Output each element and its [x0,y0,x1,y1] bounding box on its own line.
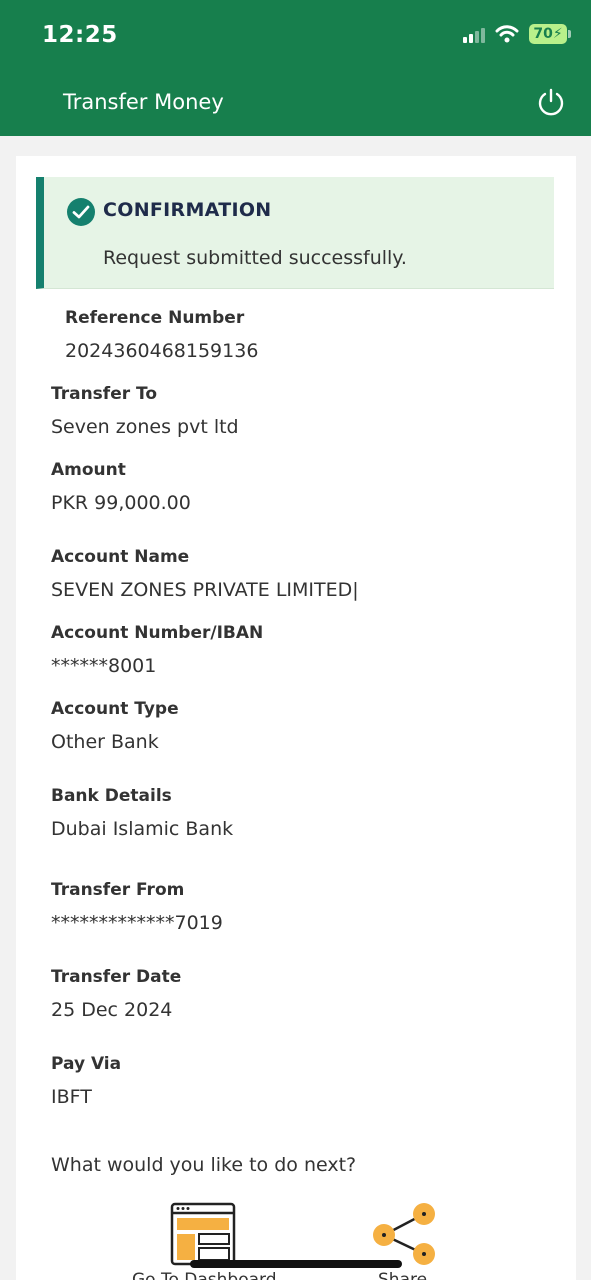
field-transfer-to: Transfer To Seven zones pvt ltd [51,384,239,438]
field-account-number: Account Number/IBAN ******8001 [51,623,263,677]
dashboard-button-label[interactable]: Go To Dashboard [132,1270,277,1280]
field-value: ******8001 [51,655,157,677]
confirmation-title: CONFIRMATION [103,199,272,221]
field-value: Other Bank [51,731,159,753]
check-circle-icon [67,198,95,226]
field-label: Pay Via [51,1054,122,1074]
field-label: Bank Details [51,786,172,806]
field-bank-details: Bank Details Dubai Islamic Bank [51,786,233,840]
page-title: Transfer Money [63,90,224,114]
battery-icon: 70 ⚡ [529,24,571,44]
status-icons: 70 ⚡ [463,24,571,44]
field-label: Account Type [51,699,179,719]
field-value: Dubai Islamic Bank [51,818,234,840]
field-label: Account Number/IBAN [51,623,264,643]
field-account-name: Account Name SEVEN ZONES PRIVATE LIMITED… [51,547,359,601]
field-amount: Amount PKR 99,000.00 [51,460,191,514]
field-label: Account Name [51,547,190,567]
next-actions-prompt: What would you like to do next? [51,1154,357,1176]
field-pay-via: Pay Via IBFT [51,1054,121,1108]
field-label: Reference Number [65,308,245,328]
field-value: IBFT [51,1086,92,1108]
status-time: 12:25 [42,22,118,48]
field-label: Amount [51,460,126,480]
dashboard-icon[interactable] [170,1202,236,1266]
field-transfer-date: Transfer Date 25 Dec 2024 [51,967,181,1021]
wifi-icon [495,25,519,43]
signal-icon [463,25,485,43]
confirmation-message: Request submitted successfully. [103,247,407,269]
share-button-label[interactable]: Share [378,1270,427,1280]
field-value: Seven zones pvt ltd [51,416,239,438]
home-indicator[interactable] [190,1260,402,1268]
field-value: 25 Dec 2024 [51,999,173,1021]
field-label: Transfer From [51,880,185,900]
battery-level: 70 [533,26,553,42]
field-account-type: Account Type Other Bank [51,699,179,753]
power-icon[interactable] [535,86,567,118]
field-label: Transfer Date [51,967,182,987]
field-transfer-from: Transfer From *************7019 [51,880,223,934]
field-value: 2024360468159136 [65,340,259,362]
field-label: Transfer To [51,384,158,404]
field-value: PKR 99,000.00 [51,492,191,514]
field-value: *************7019 [51,912,223,934]
app-header: 12:25 70 ⚡ Transfer Money [0,0,591,136]
confirmation-banner: CONFIRMATION Request submitted successfu… [36,177,554,289]
field-reference-number: Reference Number 2024360468159136 [65,308,258,362]
field-value: SEVEN ZONES PRIVATE LIMITED| [51,579,359,601]
